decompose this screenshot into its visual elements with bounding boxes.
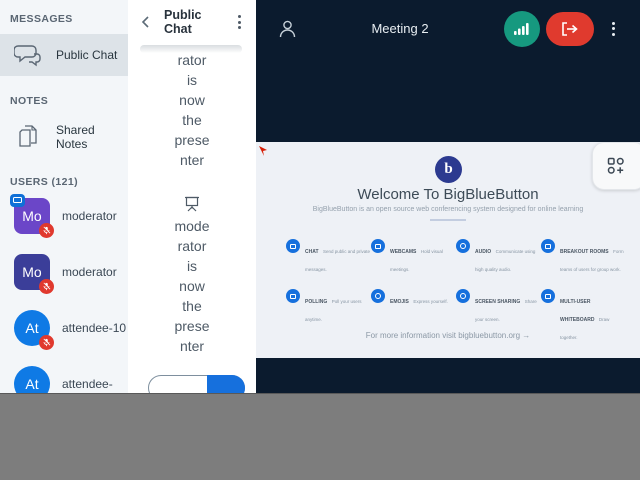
messages-section-label: MESSAGES xyxy=(10,13,73,25)
leave-meeting-icon xyxy=(562,21,578,36)
user-profile-icon[interactable] xyxy=(277,18,298,39)
connection-status-button[interactable] xyxy=(504,10,540,47)
send-message-button[interactable] xyxy=(207,375,245,393)
user-row-attendee-partial[interactable]: At attendee- xyxy=(0,356,128,393)
avatar: Mo xyxy=(10,194,54,238)
user-row-moderator-2[interactable]: Mo moderator xyxy=(0,244,128,300)
user-row-moderator-1[interactable]: Mo moderator xyxy=(0,188,128,244)
layout-grid-plus-icon xyxy=(607,157,624,174)
meeting-title: Meeting 2 xyxy=(371,21,429,36)
main-meeting-area: Meeting 2 b Welcome To BigBlueButton Big… xyxy=(256,0,640,393)
slide-divider xyxy=(430,219,466,221)
user-name: moderator xyxy=(62,265,117,279)
bbb-logo: b xyxy=(435,156,462,183)
muted-mic-badge-icon xyxy=(39,223,54,238)
whiteboard-feature-icon xyxy=(541,289,555,303)
feature-breakout-rooms: BREAKOUT ROOMS Form teams of users for g… xyxy=(541,239,626,276)
user-name: moderator xyxy=(62,209,117,223)
avatar: At xyxy=(14,366,50,393)
slide-footer-link: For more information visit bigbluebutton… xyxy=(365,331,531,340)
chat-header: Public Chat xyxy=(128,4,256,40)
muted-mic-badge-icon xyxy=(39,335,54,350)
back-chevron-icon[interactable] xyxy=(138,14,154,30)
notes-section-label: NOTES xyxy=(10,95,49,107)
options-menu-kebab-icon[interactable] xyxy=(606,20,620,38)
leave-meeting-button[interactable] xyxy=(546,11,594,46)
sidebar-item-shared-notes[interactable]: Shared Notes xyxy=(0,116,128,158)
shared-notes-label: Shared Notes xyxy=(56,123,95,151)
feature-webcams: WEBCAMS Hold visual meetings. xyxy=(371,239,456,276)
shared-notes-icon xyxy=(14,124,44,150)
chat-options-kebab-icon[interactable] xyxy=(232,13,246,31)
feature-grid: CHAT Send public and private messages. W… xyxy=(286,239,626,344)
public-chat-label: Public Chat xyxy=(56,48,118,62)
audio-feature-icon xyxy=(456,239,470,253)
signal-bars-icon xyxy=(514,22,529,35)
chat-panel-title: Public Chat xyxy=(164,8,202,36)
users-section-label: USERS (121) xyxy=(10,176,79,188)
chat-message-presenter-1: rator is now the prese nter xyxy=(174,52,210,168)
emojis-feature-icon xyxy=(371,289,385,303)
chat-bubbles-icon xyxy=(13,42,44,68)
chat-message-presenter-2: mode rator is now the prese nter xyxy=(128,196,256,356)
screen-sharing-feature-icon xyxy=(456,289,470,303)
slide-subtitle: BigBlueButton is an open source web conf… xyxy=(312,206,584,213)
chat-messages[interactable]: rator is now the prese nter mode rator i… xyxy=(128,50,256,356)
polling-feature-icon xyxy=(286,289,300,303)
whiteboard-pointer-cursor xyxy=(258,144,268,162)
presenter-badge-icon xyxy=(10,194,25,207)
user-name: attendee- xyxy=(62,377,113,391)
breakout-rooms-feature-icon xyxy=(541,239,555,253)
sidebar-item-public-chat[interactable]: Public Chat xyxy=(0,34,128,76)
user-name: attendee-10 xyxy=(62,321,127,335)
chat-message-input[interactable] xyxy=(148,375,245,393)
public-chat-panel: Public Chat rator is now the prese nter xyxy=(128,0,256,393)
letterbox-filler xyxy=(0,393,640,480)
bigbluebutton-app: MESSAGES Public Chat NOTES Shared Notes xyxy=(0,0,640,393)
presentation-screen-icon xyxy=(128,196,256,214)
presentation-whiteboard[interactable]: b Welcome To BigBlueButton BigBlueButton… xyxy=(256,142,640,358)
chat-feature-icon xyxy=(286,239,300,253)
avatar: At xyxy=(14,310,54,350)
meeting-top-bar: Meeting 2 xyxy=(256,0,640,57)
layout-options-button[interactable] xyxy=(592,142,640,190)
slide-title: Welcome To BigBlueButton xyxy=(357,186,539,203)
avatar: Mo xyxy=(14,254,54,294)
sidebar: MESSAGES Public Chat NOTES Shared Notes xyxy=(0,0,128,393)
feature-chat: CHAT Send public and private messages. xyxy=(286,239,371,276)
topbar-actions xyxy=(504,0,620,57)
feature-audio: AUDIO Communicate using high quality aud… xyxy=(456,239,541,276)
webcams-feature-icon xyxy=(371,239,385,253)
muted-mic-badge-icon xyxy=(39,279,54,294)
user-row-attendee-10[interactable]: At attendee-10 xyxy=(0,300,128,356)
